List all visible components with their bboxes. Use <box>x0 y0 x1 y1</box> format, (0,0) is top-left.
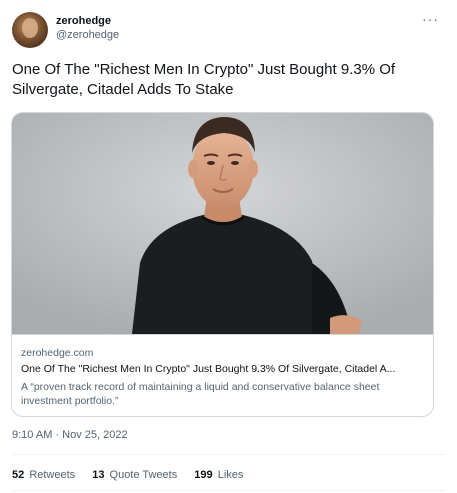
retweets-label: Retweets <box>29 469 76 481</box>
retweets-count: 52 <box>12 469 25 481</box>
link-card[interactable]: zerohedge.com One Of The "Richest Men In… <box>11 112 434 417</box>
engagement-stats: 52 Retweets 13 Quote Tweets 199 Likes <box>12 469 257 481</box>
tweet: zerohedge @zerohedge ··· One Of The "Ric… <box>0 0 457 493</box>
likes-label: Likes <box>217 469 244 481</box>
avatar[interactable] <box>12 12 48 48</box>
card-body: zerohedge.com One Of The "Richest Men In… <box>12 334 433 407</box>
more-options-icon[interactable]: ··· <box>422 12 439 26</box>
user-handle[interactable]: @zerohedge <box>56 28 119 42</box>
quotes-label: Quote Tweets <box>109 469 178 481</box>
tweet-header: zerohedge @zerohedge ··· <box>12 12 445 52</box>
card-image <box>12 113 433 334</box>
likes-count: 199 <box>194 469 213 481</box>
tweet-timestamp[interactable]: 9:10 AM · Nov 25, 2022 <box>12 429 128 441</box>
display-name[interactable]: zerohedge <box>56 14 119 28</box>
quote-tweets-stat[interactable]: 13 Quote Tweets <box>92 469 177 481</box>
divider <box>12 454 445 455</box>
retweets-stat[interactable]: 52 Retweets <box>12 469 75 481</box>
card-description: A “proven track record of maintaining a … <box>21 381 380 407</box>
tweet-text: One Of The "Richest Men In Crypto" Just … <box>12 61 396 98</box>
author-names: zerohedge @zerohedge <box>56 14 119 42</box>
likes-stat[interactable]: 199 Likes <box>194 469 243 481</box>
quotes-count: 13 <box>92 469 105 481</box>
divider <box>12 490 445 491</box>
card-title: One Of The "Richest Men In Crypto" Just … <box>21 363 396 375</box>
card-domain: zerohedge.com <box>21 347 94 359</box>
